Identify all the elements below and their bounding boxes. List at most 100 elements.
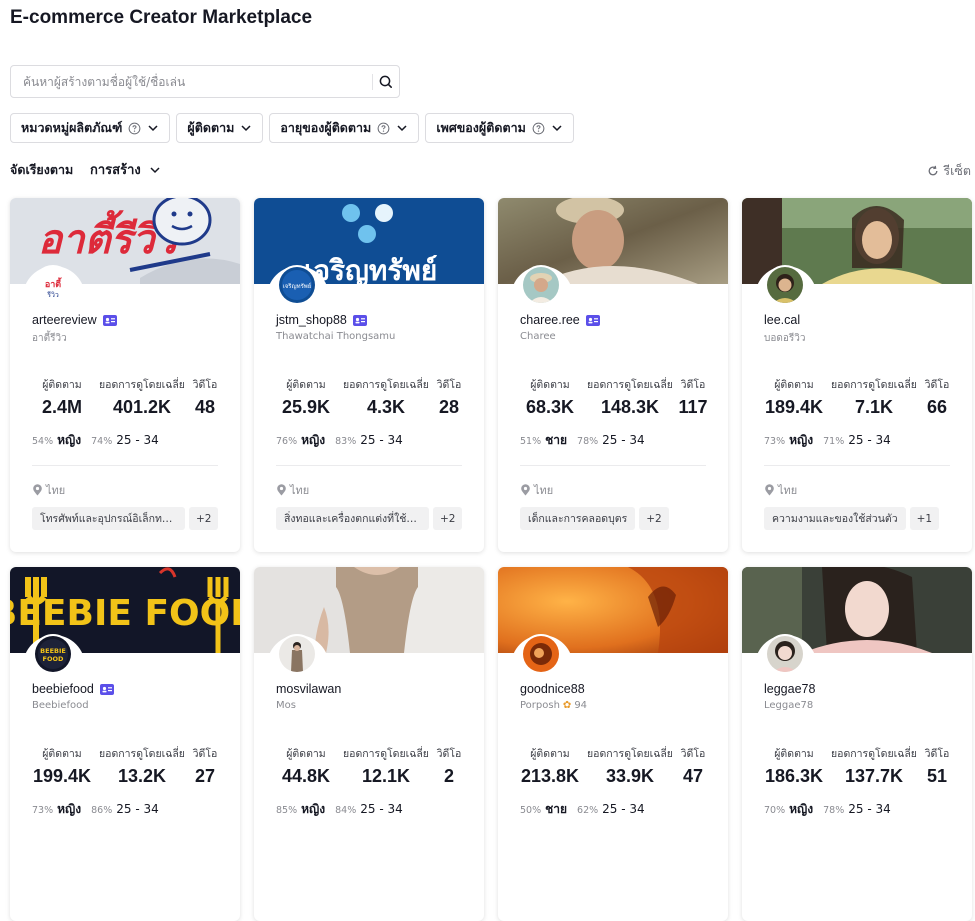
followers-value: 68.3K [525,397,575,417]
creator-card[interactable]: อาตี้รีวิว อาตี้ รีวิว arteereview อาตี้ร… [10,198,240,552]
audience-demographics: 54% หญิง 74% 25 - 34 [32,431,159,450]
followers-value: 186.3K [764,766,824,786]
avatar: เจริญทรัพย์ [277,265,317,305]
more-tags-badge[interactable]: +2 [639,507,669,530]
nickname: Beebiefood [32,700,89,711]
nickname: Leggae78 [764,700,814,711]
avg-views-value: 12.1K [361,766,411,786]
avg-views-label: ยอดการดูโดยเฉลี่ย [343,748,429,760]
card-divider [32,465,218,466]
username[interactable]: arteereview [32,313,97,327]
svg-text:รีวิว: รีวิว [47,291,59,299]
location-pin-icon [521,484,530,496]
avg-views-label: ยอดการดูโดยเฉลี่ย [831,379,917,391]
avg-views-label: ยอดการดูโดยเฉลี่ย [343,379,429,391]
filter-followers[interactable]: ผู้ติดตาม [176,113,264,143]
avatar [521,265,561,305]
username-row: charee.ree [520,313,600,327]
avg-views-value: 33.9K [605,766,655,786]
filter-bar: หมวดหมู่ผลิตภัณฑ์ ผู้ติดตาม อายุของผู้ติ… [10,113,574,143]
age-pct: 78% [823,805,845,816]
creator-card[interactable]: mosvilawan Mos ผู้ติดตาม ยอดการดูโดยเฉลี… [254,567,484,921]
svg-text:FOOD: FOOD [43,655,64,663]
more-tags-badge[interactable]: +2 [433,507,463,530]
creator-card[interactable]: เจริญทรัพย์ เจริญทรัพย์ jstm_shop88 Thaw… [254,198,484,552]
creator-card[interactable]: lee.cal บอดอรีวิว ผู้ติดตาม ยอดการดูโดยเ… [742,198,972,552]
videos-label: วิดีโอ [680,748,706,760]
followers-label: ผู้ติดตาม [42,379,82,391]
age-value: 25 - 34 [602,433,645,447]
audience-demographics: 73% หญิง 86% 25 - 34 [32,800,159,819]
nickname: Mos [276,700,296,711]
help-icon[interactable] [377,122,390,135]
creator-card[interactable]: leggae78 Leggae78 ผู้ติดตาม ยอดการดูโดยเ… [742,567,972,921]
creator-card[interactable]: charee.ree Charee ผู้ติดตาม ยอดการดูโดยเ… [498,198,728,552]
username[interactable]: charee.ree [520,313,580,327]
nickname: บอดอรีวิว [764,333,806,344]
videos-label: วิดีโอ [436,748,462,760]
audience-demographics: 51% ชาย 78% 25 - 34 [520,431,645,450]
more-tags-badge[interactable]: +1 [909,507,940,530]
verified-badge-icon [352,314,367,326]
sort-dropdown[interactable]: การสร้าง [90,159,161,180]
avg-views-value: 137.7K [844,766,904,786]
age-pct: 83% [335,436,357,447]
username[interactable]: beebiefood [32,682,94,696]
age-pct: 84% [335,805,357,816]
help-icon[interactable] [532,122,545,135]
videos-label: วิดีโอ [680,379,706,391]
search-box[interactable] [10,65,400,98]
followers-value: 44.8K [281,766,331,786]
location-label: ไทย [46,484,66,497]
filter-follower-gender[interactable]: เพศของผู้ติดตาม [425,113,574,143]
username[interactable]: leggae78 [764,682,815,696]
more-tags-badge[interactable]: +2 [189,507,219,530]
username[interactable]: jstm_shop88 [276,313,347,327]
verified-badge-icon [585,314,600,326]
location: ไทย [764,481,797,499]
avg-views-label: ยอดการดูโดยเฉลี่ย [99,748,185,760]
location-pin-icon [765,484,774,496]
creator-card[interactable]: goodnice88 Porposh ✿ 94 ผู้ติดตาม ยอดการ… [498,567,728,921]
svg-text:BEEBIE: BEEBIE [40,647,66,655]
username-row: arteereview [32,313,117,327]
videos-value: 48 [194,397,216,417]
age-value: 25 - 34 [360,802,403,816]
avatar [765,265,805,305]
gender-value: หญิง [789,802,814,816]
avg-views-label: ยอดการดูโดยเฉลี่ย [831,748,917,760]
chevron-down-icon [241,125,251,132]
filter-product-category[interactable]: หมวดหมู่ผลิตภัณฑ์ [10,113,171,143]
filter-label: ผู้ติดตาม [187,120,235,135]
filter-label: หมวดหมู่ผลิตภัณฑ์ [21,120,123,135]
age-value: 25 - 34 [848,802,891,816]
search-icon[interactable] [377,73,395,91]
help-icon[interactable] [128,122,141,135]
creator-card[interactable]: BEEBIE FOOD BEEBIEFOOD beebiefood Beebie… [10,567,240,921]
username[interactable]: goodnice88 [520,682,585,696]
search-input[interactable] [23,66,363,97]
gender-pct: 70% [764,805,786,816]
videos-value: 28 [438,397,460,417]
avatar [765,634,805,674]
filter-follower-age[interactable]: อายุของผู้ติดตาม [269,113,420,143]
avg-views-value: 4.3K [366,397,406,417]
username[interactable]: lee.cal [764,313,800,327]
avg-views-label: ยอดการดูโดยเฉลี่ย [587,748,673,760]
gender-value: หญิง [789,433,814,447]
username[interactable]: mosvilawan [276,682,341,696]
reset-button[interactable]: รีเซ็ต [927,161,971,181]
age-pct: 86% [91,805,113,816]
category-tag: สิ่งทอและเครื่องตกแต่งที่ใช้ในบ้าน [276,507,429,530]
followers-label: ผู้ติดตาม [774,379,814,391]
search-divider [372,74,373,90]
filter-label: อายุของผู้ติดตาม [280,120,372,135]
gender-pct: 73% [32,805,54,816]
username-row: mosvilawan [276,682,341,696]
videos-value: 117 [678,397,708,417]
nickname: Porposh ✿ 94 [520,700,587,711]
gender-pct: 54% [32,436,54,447]
age-value: 25 - 34 [116,433,159,447]
avg-views-value: 401.2K [112,397,172,417]
age-pct: 78% [577,436,599,447]
